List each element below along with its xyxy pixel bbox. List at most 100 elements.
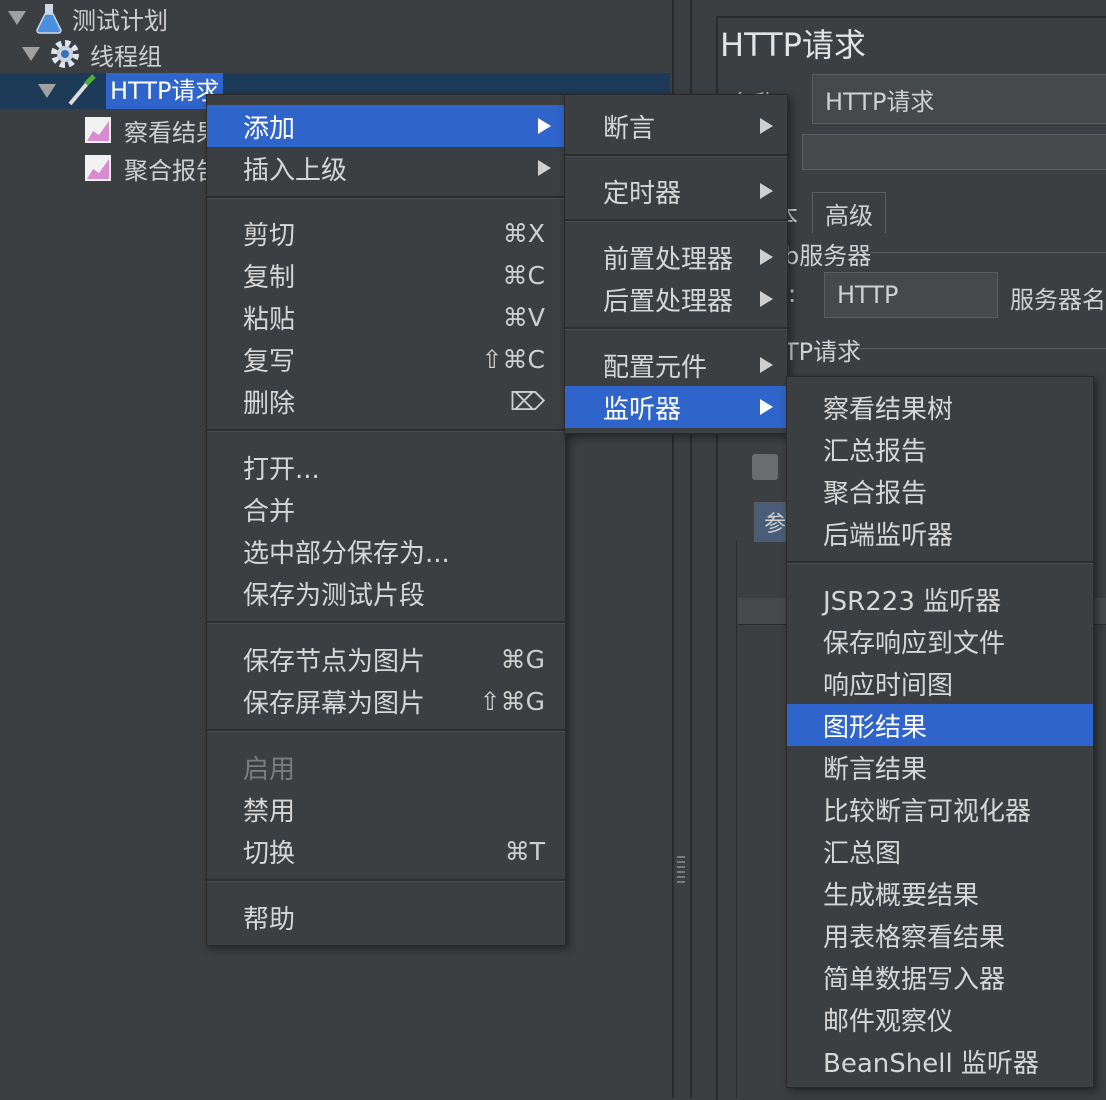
menu-item-cut[interactable]: 剪切 ⌘X	[207, 212, 565, 254]
menu-separator	[207, 879, 565, 882]
server-name-label: 服务器名	[1010, 286, 1106, 314]
menu-item-view-results-tree[interactable]: 察看结果树	[787, 386, 1093, 428]
menu-item-assertions[interactable]: 断言	[565, 105, 787, 147]
submenu-arrow-icon	[760, 399, 773, 415]
menu-item-view-results-in-table[interactable]: 用表格察看结果	[787, 914, 1093, 956]
menu-item-mailer-visualizer[interactable]: 邮件观察仪	[787, 998, 1093, 1040]
menu-item-label: 聚合报告	[823, 478, 928, 509]
menu-item-merge[interactable]: 合并	[207, 488, 565, 530]
submenu-arrow-icon	[538, 160, 551, 176]
protocol-field[interactable]: HTTP	[824, 272, 998, 318]
menu-item-label: 添加	[243, 113, 296, 144]
menu-item-label: 图形结果	[823, 712, 928, 743]
menu-item-label: 打开...	[243, 454, 320, 485]
menu-item-label: 定时器	[603, 178, 682, 209]
expand-triangle-icon[interactable]	[22, 47, 40, 61]
menu-item-paste[interactable]: 粘贴 ⌘V	[207, 296, 565, 338]
menu-item-label: 启用	[243, 754, 296, 785]
menu-item-label: 保存节点为图片	[243, 646, 426, 677]
menu-item-label: 汇总报告	[823, 436, 928, 467]
menu-item-disable[interactable]: 禁用	[207, 788, 565, 830]
menu-item-delete[interactable]: 删除 ⌦	[207, 380, 565, 422]
menu-item-label: 配置元件	[603, 352, 708, 383]
menu-item-summary-graph[interactable]: 汇总图	[787, 830, 1093, 872]
menu-item-label: BeanShell 监听器	[823, 1048, 1039, 1079]
menu-shortcut: ⌘X	[502, 218, 545, 248]
submenu-arrow-icon	[760, 357, 773, 373]
chart-icon	[85, 117, 111, 143]
menu-item-toggle[interactable]: 切换 ⌘T	[207, 830, 565, 872]
split-drag-handle[interactable]	[677, 856, 685, 886]
context-menu: 添加 插入上级 剪切 ⌘X 复制 ⌘C 粘贴 ⌘V 复写 ⇧⌘C 删除 ⌦ 打开... 合…	[206, 94, 566, 946]
menu-item-graph-results[interactable]: 图形结果	[787, 704, 1093, 746]
submenu-arrow-icon	[760, 183, 773, 199]
submenu-arrow-icon	[538, 118, 551, 134]
menu-item-duplicate[interactable]: 复写 ⇧⌘C	[207, 338, 565, 380]
expand-triangle-icon[interactable]	[38, 84, 56, 98]
menu-item-label: 察看结果树	[823, 394, 954, 425]
menu-separator	[207, 621, 565, 624]
menu-item-label: 后置处理器	[603, 286, 734, 317]
menu-separator	[207, 729, 565, 732]
menu-item-label: 保存响应到文件	[823, 628, 1006, 659]
menu-item-aggregate-report[interactable]: 聚合报告	[787, 470, 1093, 512]
menu-item-copy[interactable]: 复制 ⌘C	[207, 254, 565, 296]
gear-icon	[51, 40, 79, 68]
tree-node-view-results[interactable]: 察看结果	[84, 112, 220, 148]
menu-item-pre-processors[interactable]: 前置处理器	[565, 236, 787, 278]
http-request-section: TP请求	[784, 338, 862, 366]
menu-item-timers[interactable]: 定时器	[565, 170, 787, 212]
menu-item-listeners[interactable]: 监听器	[565, 386, 787, 428]
menu-shortcut: ⌘C	[502, 260, 545, 290]
menu-shortcut: ⇧⌘C	[481, 344, 545, 374]
menu-item-comparison-assertion-visualizer[interactable]: 比较断言可视化器	[787, 788, 1093, 830]
menu-separator	[787, 561, 1093, 564]
menu-item-insert-parent[interactable]: 插入上级	[207, 147, 565, 189]
tree-node-label: 测试计划	[72, 6, 168, 35]
menu-item-open[interactable]: 打开...	[207, 446, 565, 488]
menu-item-response-time-graph[interactable]: 响应时间图	[787, 662, 1093, 704]
menu-item-enable: 启用	[207, 746, 565, 788]
menu-item-help[interactable]: 帮助	[207, 896, 565, 938]
menu-item-backend-listener[interactable]: 后端监听器	[787, 512, 1093, 554]
menu-item-post-processors[interactable]: 后置处理器	[565, 278, 787, 320]
menu-item-add[interactable]: 添加	[207, 105, 565, 147]
menu-item-save-responses-to-file[interactable]: 保存响应到文件	[787, 620, 1093, 662]
tab-advanced[interactable]: 高级	[812, 192, 886, 233]
menu-item-label: 合并	[243, 496, 296, 527]
menu-item-save-as-test-fragment[interactable]: 保存为测试片段	[207, 572, 565, 614]
tree-node-test-plan[interactable]: 测试计划	[8, 0, 168, 36]
menu-shortcut: ⇧⌘G	[479, 686, 545, 716]
menu-item-label: 切换	[243, 838, 296, 869]
comments-field[interactable]	[802, 134, 1106, 170]
tree-node-aggregate-report[interactable]: 聚合报告	[84, 150, 220, 186]
menu-item-label: 复制	[243, 262, 296, 293]
menu-item-jsr223-listener[interactable]: JSR223 监听器	[787, 578, 1093, 620]
menu-item-summary-report[interactable]: 汇总报告	[787, 428, 1093, 470]
menu-item-simple-data-writer[interactable]: 简单数据写入器	[787, 956, 1093, 998]
menu-item-config-elements[interactable]: 配置元件	[565, 344, 787, 386]
menu-item-assertion-results[interactable]: 断言结果	[787, 746, 1093, 788]
tree-node-thread-group[interactable]: 线程组	[22, 36, 162, 72]
menu-item-label: 复写	[243, 346, 296, 377]
menu-item-label: 汇总图	[823, 838, 902, 869]
menu-item-label: 帮助	[243, 904, 296, 935]
menu-item-save-screen-as-image[interactable]: 保存屏幕为图片 ⇧⌘G	[207, 680, 565, 722]
name-field[interactable]: HTTP请求	[812, 74, 1106, 124]
menu-item-save-node-as-image[interactable]: 保存节点为图片 ⌘G	[207, 638, 565, 680]
pipette-icon	[68, 74, 96, 106]
expand-triangle-icon[interactable]	[8, 11, 26, 25]
menu-item-save-selection-as[interactable]: 选中部分保存为...	[207, 530, 565, 572]
flask-icon	[36, 4, 62, 34]
menu-item-label: 监听器	[603, 394, 682, 425]
menu-item-label: 用表格察看结果	[823, 922, 1006, 953]
menu-item-beanshell-listener[interactable]: BeanShell 监听器	[787, 1040, 1093, 1082]
menu-item-label: 选中部分保存为...	[243, 538, 450, 569]
menu-separator	[565, 219, 787, 222]
menu-item-generate-summary-results[interactable]: 生成概要结果	[787, 872, 1093, 914]
menu-item-label: 邮件观察仪	[823, 1006, 954, 1037]
menu-item-label: 禁用	[243, 796, 296, 827]
menu-item-label: 删除	[243, 388, 296, 419]
redirect-checkbox[interactable]	[752, 454, 778, 480]
delete-key-icon: ⌦	[509, 386, 545, 416]
